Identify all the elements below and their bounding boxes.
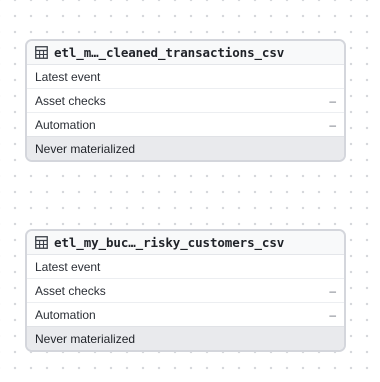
asset-node-risky-customers[interactable]: etl_my_buc…_risky_customers_csv Latest e… [25,229,346,352]
row-label: Latest event [35,259,101,274]
row-value: – [329,93,336,108]
row-label: Automation [35,307,96,322]
status-text: Never materialized [35,141,136,156]
row-value: – [329,117,336,132]
materialization-status: Never materialized [27,136,344,160]
asset-node-cleaned-transactions[interactable]: etl_m…_cleaned_transactions_csv Latest e… [25,39,346,162]
automation-row: Automation – [27,302,344,326]
automation-row: Automation – [27,112,344,136]
row-value: – [329,307,336,322]
row-label: Asset checks [35,93,106,108]
asset-checks-row: Asset checks – [27,278,344,302]
materialization-status: Never materialized [27,326,344,350]
asset-name[interactable]: etl_m…_cleaned_transactions_csv [54,45,284,60]
table-icon [35,46,48,59]
row-label: Asset checks [35,283,106,298]
asset-name[interactable]: etl_my_buc…_risky_customers_csv [54,235,284,250]
row-value: – [329,283,336,298]
row-label: Automation [35,117,96,132]
latest-event-row: Latest event [27,65,344,88]
table-icon [35,236,48,249]
row-label: Latest event [35,69,101,84]
asset-node-header[interactable]: etl_m…_cleaned_transactions_csv [27,41,344,65]
asset-node-header[interactable]: etl_my_buc…_risky_customers_csv [27,231,344,255]
latest-event-row: Latest event [27,255,344,278]
asset-checks-row: Asset checks – [27,88,344,112]
status-text: Never materialized [35,331,136,346]
